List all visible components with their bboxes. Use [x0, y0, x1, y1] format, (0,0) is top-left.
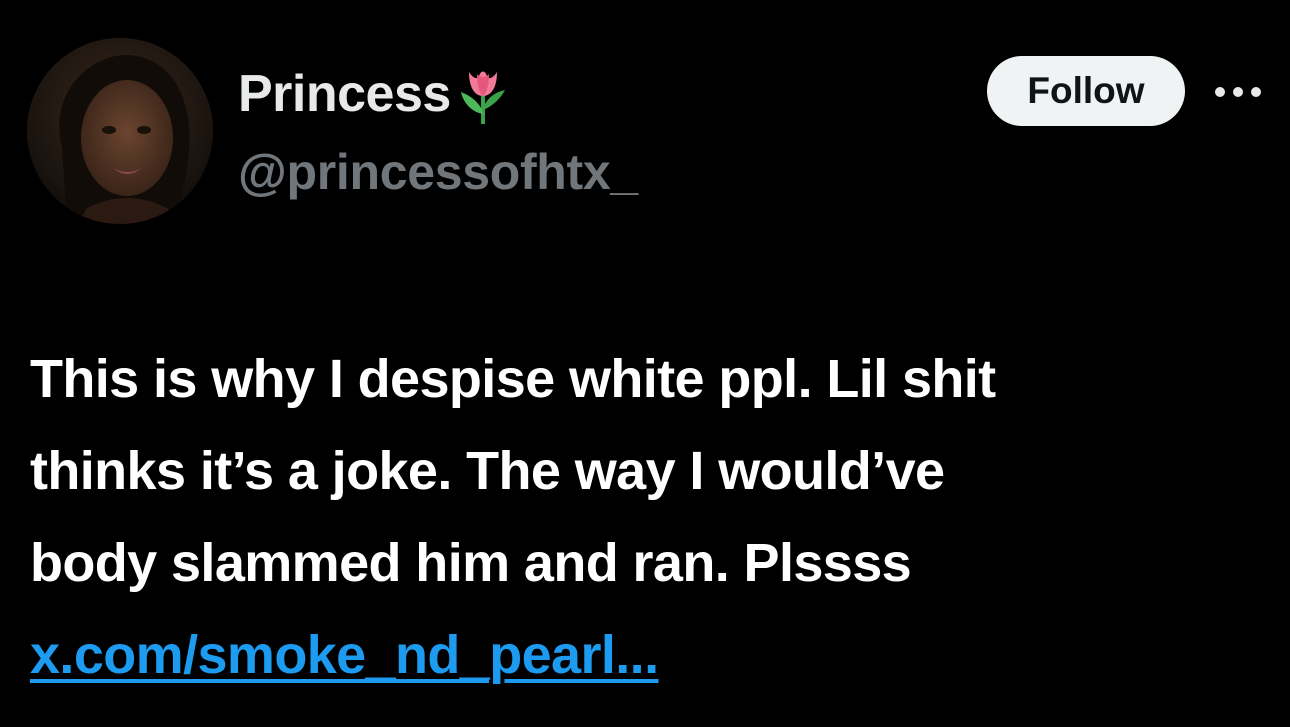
more-options-button[interactable] — [1208, 72, 1268, 112]
author-name-row: Princess — [238, 62, 511, 126]
avatar[interactable] — [27, 38, 213, 224]
profile-photo-icon — [27, 38, 213, 224]
tweet-text-line: body slammed him and ran. Plssss — [30, 533, 912, 593]
tweet-link[interactable]: x.com/smoke_nd_pearl... — [30, 625, 659, 685]
tulip-icon — [455, 62, 511, 126]
follow-button[interactable]: Follow — [987, 56, 1185, 126]
tweet-card: Princess @princessofhtx_ Follow This is … — [0, 0, 1290, 727]
display-name[interactable]: Princess — [238, 62, 451, 126]
tweet-text-line: This is why I despise white ppl. Lil shi… — [30, 349, 996, 409]
more-options-icon — [1215, 87, 1261, 97]
tweet-text: This is why I despise white ppl. Lil shi… — [30, 333, 1270, 701]
tweet-text-line: thinks it’s a joke. The way I would’ve — [30, 441, 945, 501]
author-handle[interactable]: @princessofhtx_ — [238, 140, 638, 204]
